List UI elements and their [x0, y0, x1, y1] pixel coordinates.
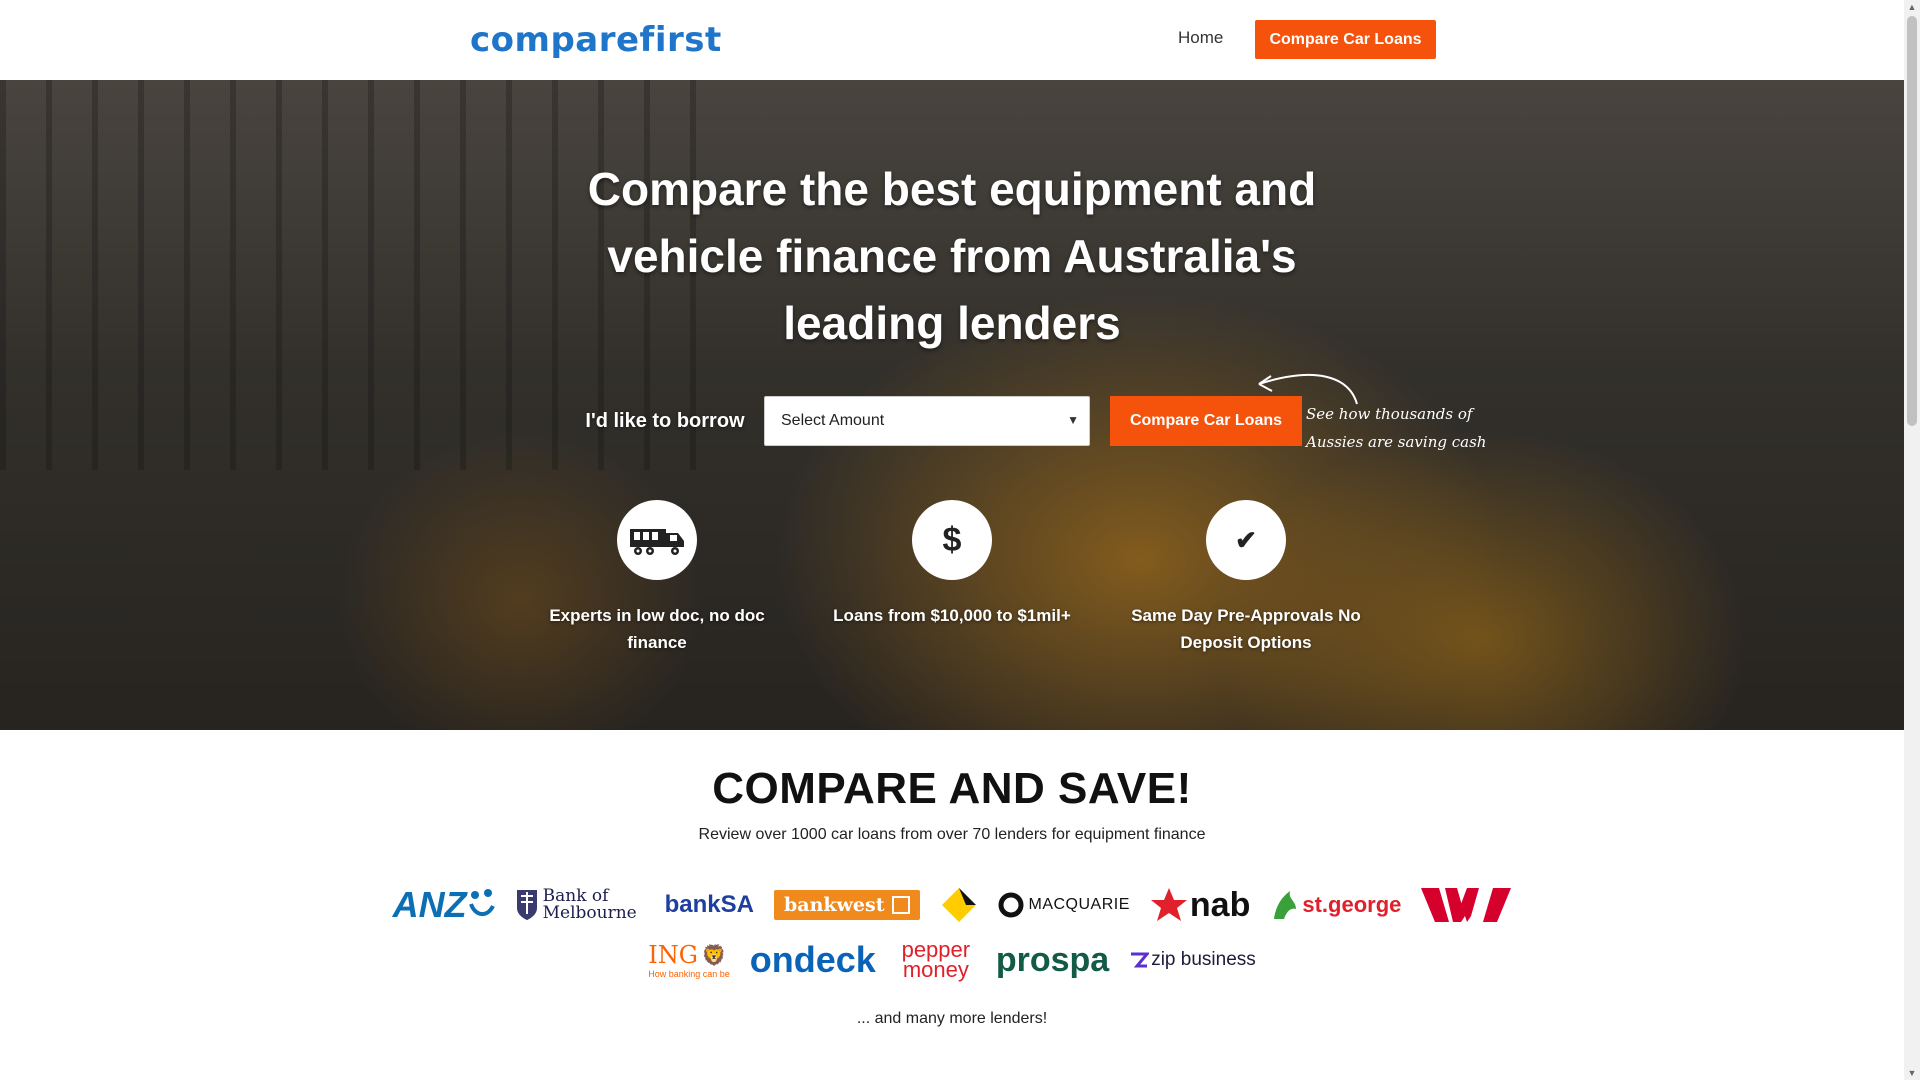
- lender-logo-westpac: [1421, 886, 1512, 924]
- nav-compare-car-loans-button[interactable]: Compare Car Loans: [1255, 20, 1436, 59]
- lender-logo-st-george: st.george: [1270, 887, 1401, 923]
- lender-logo-ing: ING 🦁 How banking can be: [648, 941, 730, 979]
- nav-home-link[interactable]: Home: [1178, 28, 1223, 48]
- lender-logo-macquarie: MACQUARIE: [998, 892, 1129, 918]
- nab-star-icon: [1150, 888, 1187, 921]
- macquarie-ring-icon: [998, 892, 1024, 918]
- bankwest-emblem-icon: [892, 896, 911, 914]
- lender-logo-prospa: prospa: [995, 940, 1110, 979]
- feature-icon-circle: [617, 500, 697, 580]
- anz-people-icon: [468, 889, 495, 916]
- feature-low-doc: Experts in low doc, no doc finance: [532, 500, 782, 656]
- feature-loan-range: $ Loans from $10,000 to $1mil+: [827, 500, 1077, 629]
- borrow-amount-select[interactable]: Select Amount ▼: [764, 396, 1090, 446]
- scroll-down-arrow-icon[interactable]: ▼: [1904, 1066, 1920, 1080]
- page-scrollbar[interactable]: ▲ ▼: [1904, 0, 1920, 1080]
- top-navigation-bar: comparefirst Home Compare Car Loans: [0, 0, 1904, 81]
- st-george-dragon-icon: [1274, 891, 1297, 919]
- lender-logo-pepper-money: pepper money: [901, 937, 971, 982]
- lender-logo-bankwest: bankwest: [773, 890, 921, 920]
- compare-section-subtitle: Review over 1000 car loans from over 70 …: [698, 826, 1206, 843]
- lender-logos-row-2: ING 🦁 How banking can be ondeck pepper m…: [0, 938, 1904, 982]
- lender-logo-commonwealth-bank: [940, 886, 978, 924]
- feature-text: Experts in low doc, no doc finance: [549, 606, 765, 652]
- ing-tagline: How banking can be: [648, 969, 730, 979]
- feature-text: Loans from $10,000 to $1mil+: [833, 606, 1071, 625]
- lender-logo-zip-business: zip business: [1129, 949, 1256, 971]
- checkmark-icon: ✔: [1235, 524, 1257, 555]
- truck-icon: [630, 529, 684, 555]
- lender-logo-nab: nab: [1150, 886, 1250, 925]
- borrow-amount-select-value: Select Amount: [781, 412, 885, 429]
- westpac-w-icon: [1421, 888, 1512, 922]
- borrow-amount-label: I'd like to borrow: [585, 410, 745, 432]
- handwritten-note: See how thousands of Aussies are saving …: [1306, 405, 1487, 451]
- hero-banner: Compare the best equipment and vehicle f…: [0, 80, 1904, 730]
- bank-of-melbourne-crest-icon: [516, 890, 537, 920]
- compare-section-title: COMPARE AND SAVE!: [712, 764, 1192, 813]
- dollar-icon: $: [942, 520, 962, 559]
- ing-lion-icon: 🦁: [701, 944, 727, 967]
- scrollbar-thumb[interactable]: [1907, 16, 1917, 426]
- zip-logo-icon: [1131, 952, 1150, 968]
- commonwealth-bank-diamond-icon: [942, 888, 977, 922]
- scroll-up-arrow-icon[interactable]: ▲: [1904, 0, 1920, 14]
- more-lenders-text: ... and many more lenders!: [856, 1010, 1048, 1027]
- comparefirst-logo[interactable]: comparefirst: [470, 20, 722, 60]
- hero-title: Compare the best equipment and vehicle f…: [587, 163, 1317, 349]
- lender-logo-bank-of-melbourne: Bank of Melbourne: [515, 888, 645, 922]
- lender-logo-banksa: bankSA: [664, 891, 754, 918]
- lender-logo-ondeck: ondeck: [749, 939, 876, 980]
- lender-logo-anz: ANZ: [393, 884, 495, 926]
- feature-icon-circle: $: [912, 500, 992, 580]
- feature-pre-approvals: ✔ Same Day Pre-Approvals No Deposit Opti…: [1121, 500, 1371, 656]
- chevron-down-icon: ▼: [1067, 413, 1079, 427]
- feature-text: Same Day Pre-Approvals No Deposit Option…: [1131, 606, 1361, 652]
- feature-icon-circle: ✔: [1206, 500, 1286, 580]
- lender-logos-row-1: ANZ Bank of Melbourne bankSA bankwest MA…: [0, 880, 1904, 930]
